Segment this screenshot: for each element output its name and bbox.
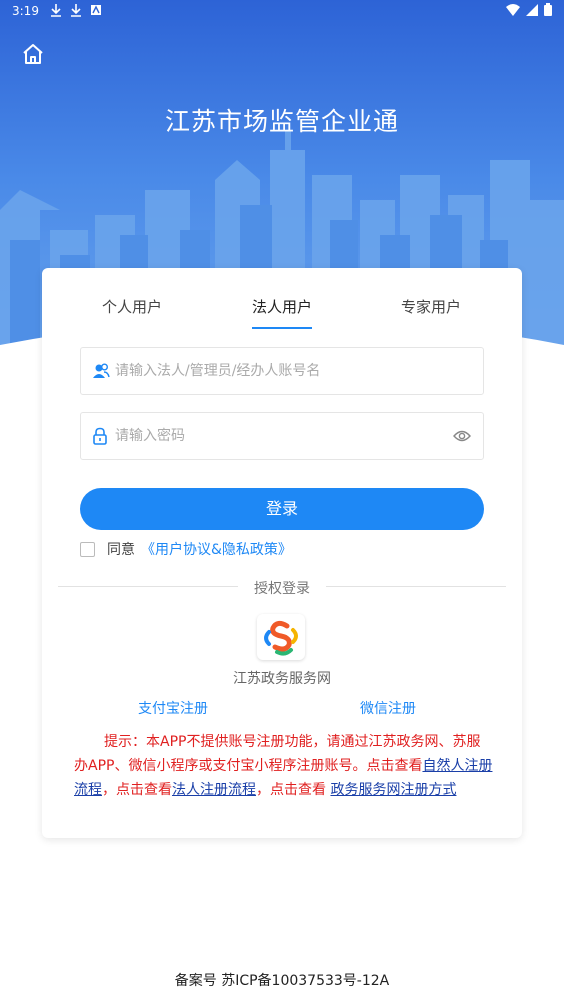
lock-icon	[93, 427, 107, 445]
gov-service-name: 江苏政务服务网	[233, 671, 331, 687]
status-bar: 3:19	[0, 0, 564, 24]
notice-text-2: ，点击查看	[102, 782, 172, 798]
auth-login-label: 授权登录	[254, 581, 310, 597]
users-icon	[93, 363, 110, 378]
home-icon	[23, 44, 43, 64]
status-icons-left	[50, 3, 102, 17]
agree-label: 同意	[107, 542, 135, 558]
icp-footer: 备案号 苏ICP备10037533号-12A	[174, 973, 390, 989]
account-input[interactable]	[115, 348, 445, 394]
user-agreement-link[interactable]: 《用户协议&隐私政策》	[141, 539, 292, 559]
notice-text-3: ，点击查看	[256, 782, 331, 798]
battery-icon	[544, 3, 552, 16]
notice-text-1: 提示：本APP不提供账号注册功能，请通过江苏政务网、苏服办APP、微信小程序或支…	[74, 734, 481, 774]
download-icon	[71, 4, 81, 17]
jiangsu-gov-service-logo[interactable]	[257, 614, 305, 660]
home-button[interactable]	[20, 42, 46, 66]
password-input[interactable]	[115, 413, 445, 459]
agreement-row: 同意 《用户协议&隐私政策》	[80, 540, 292, 558]
login-button[interactable]: 登录	[80, 488, 484, 530]
agreement-checkbox[interactable]	[80, 541, 95, 557]
eye-icon[interactable]	[453, 429, 471, 443]
password-field	[80, 412, 484, 460]
divider-line-right	[326, 586, 506, 587]
tab-expert-user[interactable]: 专家用户	[371, 296, 491, 317]
download-icon	[51, 4, 61, 17]
tab-legal-user[interactable]: 法人用户	[222, 296, 342, 329]
app-notification-icon	[91, 5, 101, 15]
login-card: 个人用户 法人用户 专家用户 登录 同意 《用户协议&隐私政策》	[42, 268, 522, 838]
wifi-icon	[506, 3, 520, 16]
tab-personal-user[interactable]: 个人用户	[72, 296, 192, 317]
gov-service-logo-icon	[264, 620, 298, 656]
user-type-tabs: 个人用户 法人用户 专家用户	[42, 296, 522, 336]
status-icons-right	[506, 3, 552, 16]
alipay-register-link[interactable]: 支付宝注册	[138, 698, 208, 718]
gov-service-register-link[interactable]: 政务服务网注册方式	[330, 782, 456, 798]
auth-login-divider: 授权登录	[42, 578, 522, 597]
registration-notice: 提示：本APP不提供账号注册功能，请通过江苏政务网、苏服办APP、微信小程序或支…	[74, 730, 494, 802]
app-title: 江苏市场监管企业通	[164, 107, 399, 136]
account-field	[80, 347, 484, 395]
wechat-register-link[interactable]: 微信注册	[360, 698, 416, 718]
signal-icon	[526, 3, 538, 16]
tab-legal-user-label: 法人用户	[251, 298, 312, 316]
status-time: 3:19	[12, 4, 39, 18]
legal-person-register-link[interactable]: 法人注册流程	[172, 782, 256, 798]
active-tab-underline	[252, 327, 312, 329]
